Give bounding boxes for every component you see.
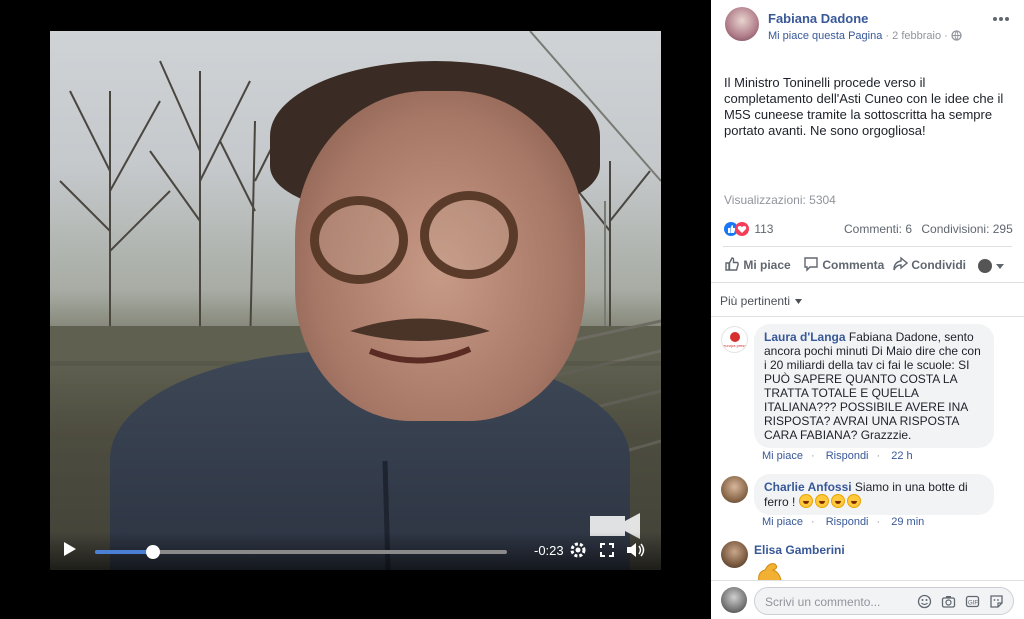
- meta-separator-2: ·: [944, 30, 951, 42]
- progress-fill: [95, 550, 153, 554]
- sort-label: Più pertinenti: [720, 294, 791, 308]
- emoji-icon[interactable]: [917, 594, 932, 614]
- post-as-selector[interactable]: [978, 256, 1005, 275]
- commenter-avatar-laura[interactable]: europa press: [721, 326, 748, 353]
- comment-reply-link[interactable]: Rispondi: [826, 450, 869, 462]
- comment-button[interactable]: Commenta: [803, 256, 884, 275]
- globe-icon: [951, 30, 962, 44]
- progress-bar[interactable]: [95, 545, 507, 559]
- reactions-summary[interactable]: 113: [724, 222, 773, 236]
- comment-action-separator-2: ·: [876, 516, 881, 528]
- comment-action-separator-2: ·: [876, 450, 881, 462]
- video-panel: -0:23: [0, 0, 711, 619]
- video-player[interactable]: -0:23: [50, 31, 661, 570]
- comment-author[interactable]: Charlie Anfossi: [764, 480, 852, 494]
- love-reaction-icon: [735, 222, 749, 236]
- fullscreen-icon[interactable]: [600, 543, 614, 560]
- author-name[interactable]: Fabiana Dadone: [768, 11, 868, 26]
- more-options-icon[interactable]: [992, 9, 1010, 27]
- caret-down-icon: [996, 256, 1005, 274]
- share-arrow-icon: [892, 256, 909, 275]
- sort-caret-icon: [795, 293, 803, 307]
- page-avatar-small: [978, 259, 992, 273]
- comment-action-separator: ·: [810, 516, 815, 528]
- commenter-avatar-charlie[interactable]: [721, 476, 748, 503]
- share-button[interactable]: Condividi: [892, 256, 966, 275]
- comment-button-label: Commenta: [822, 258, 885, 272]
- play-icon[interactable]: [63, 541, 77, 560]
- like-button-label: Mi piace: [743, 258, 791, 272]
- speech-bubble-icon: [803, 256, 819, 275]
- comments-count[interactable]: Commenti: 6: [844, 222, 912, 236]
- volume-icon[interactable]: [626, 541, 646, 562]
- comment-like-link[interactable]: Mi piace: [762, 516, 803, 528]
- post-text: Il Ministro Toninelli procede verso il c…: [724, 75, 1004, 138]
- comment-time[interactable]: 29 min: [891, 516, 924, 528]
- thumbs-up-icon: [724, 256, 740, 275]
- progress-knob[interactable]: [145, 545, 160, 559]
- settings-gear-icon[interactable]: [569, 541, 587, 562]
- camera-icon[interactable]: [941, 594, 956, 614]
- comment-bubble-1: Laura d'Langa Fabiana Dadone, sento anco…: [754, 324, 994, 448]
- sort-comments-dropdown[interactable]: Più pertinenti: [720, 293, 803, 308]
- comment-like-link[interactable]: Mi piace: [762, 450, 803, 462]
- laughing-emoji-icon: [798, 494, 863, 509]
- gif-icon[interactable]: GIF: [965, 594, 980, 614]
- divider-1: [723, 246, 1012, 247]
- time-remaining: -0:23: [534, 543, 564, 558]
- svg-text:GIF: GIF: [968, 601, 978, 607]
- comment-actions-2: Mi piace · Rispondi · 29 min: [762, 516, 932, 528]
- like-button[interactable]: Mi piace: [724, 256, 791, 275]
- reactions-count: 113: [754, 222, 774, 236]
- views-count: Visualizzazioni: 5304: [724, 193, 836, 207]
- comment-actions-1: Mi piace · Rispondi · 22 h: [762, 450, 921, 462]
- post-date[interactable]: 2 febbraio: [892, 30, 941, 42]
- avatar-logo-text: europa press: [723, 343, 747, 348]
- comment-input[interactable]: Scrivi un commento... GIF: [754, 587, 1014, 615]
- divider-3: [711, 316, 1024, 317]
- comment-bubble-2: Charlie Anfossi Siamo in una botte di fe…: [754, 474, 994, 515]
- comment-time[interactable]: 22 h: [891, 450, 912, 462]
- post-sidebar: Fabiana Dadone Mi piace questa Pagina · …: [711, 0, 1024, 619]
- share-button-label: Condividi: [911, 258, 967, 272]
- comment-author[interactable]: Laura d'Langa: [764, 330, 846, 344]
- divider-2: [711, 282, 1024, 283]
- commenter-avatar-elisa[interactable]: [721, 541, 748, 568]
- shares-count[interactable]: Condivisioni: 295: [921, 222, 1012, 236]
- engagement-counts: Commenti: 6 Condivisioni: 295: [844, 222, 1013, 236]
- page-like-link[interactable]: Mi piace questa Pagina: [768, 30, 882, 42]
- author-avatar[interactable]: [725, 7, 759, 41]
- comment-reply-link[interactable]: Rispondi: [826, 516, 869, 528]
- composer-avatar: [721, 587, 747, 613]
- comment-action-separator: ·: [810, 450, 815, 462]
- comment-placeholder: Scrivi un commento...: [765, 595, 881, 609]
- comment-text: Fabiana Dadone, sento ancora pochi minut…: [764, 330, 981, 442]
- sticker-icon[interactable]: [989, 594, 1004, 614]
- video-controls: -0:23: [50, 532, 661, 570]
- person-details: [350, 318, 640, 570]
- comment-author[interactable]: Elisa Gamberini: [754, 543, 845, 557]
- post-meta: Mi piace questa Pagina · 2 febbraio ·: [768, 30, 962, 44]
